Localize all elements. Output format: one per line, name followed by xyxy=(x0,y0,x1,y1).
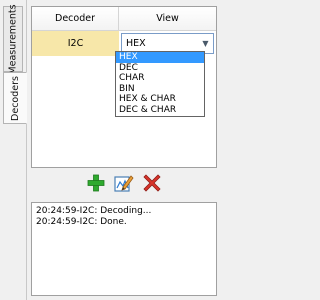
cell-decoder[interactable]: I2C xyxy=(32,31,119,56)
tab-decoders-label: Decoders xyxy=(9,75,21,121)
decoder-toolbar xyxy=(27,172,221,198)
tab-measurements[interactable]: Measurements xyxy=(3,3,23,75)
delete-icon xyxy=(143,174,161,192)
column-header-decoder[interactable]: Decoder xyxy=(32,7,119,30)
dropdown-option-bin[interactable]: BIN xyxy=(116,84,204,95)
dropdown-option-dec[interactable]: DEC xyxy=(116,63,204,74)
log-line: 20:24:59-I2C: Decoding... xyxy=(36,206,152,216)
view-combobox-value[interactable]: HEX xyxy=(122,38,146,49)
view-dropdown-list: HEX DEC CHAR BIN HEX & CHAR DEC & CHAR xyxy=(115,51,205,117)
decoders-panel: Decoder View I2C HEX ▼ HEX DEC CHAR BIN … xyxy=(27,0,221,300)
table-header: Decoder View xyxy=(32,7,216,31)
delete-decoder-button[interactable] xyxy=(141,172,163,194)
log-line: 20:24:59-I2C: Done. xyxy=(36,217,127,227)
side-tab-strip: Measurements Decoders xyxy=(0,0,27,300)
edit-icon xyxy=(114,175,134,192)
add-decoder-button[interactable] xyxy=(85,172,107,194)
plus-icon xyxy=(87,174,105,192)
dropdown-option-hex-char[interactable]: HEX & CHAR xyxy=(116,94,204,105)
decoder-log[interactable]: 20:24:59-I2C: Decoding... 20:24:59-I2C: … xyxy=(31,202,217,296)
dropdown-option-dec-char[interactable]: DEC & CHAR xyxy=(116,105,204,116)
edit-decoder-button[interactable] xyxy=(113,172,135,194)
dropdown-option-char[interactable]: CHAR xyxy=(116,73,204,84)
tab-measurements-label: Measurements xyxy=(7,3,19,75)
column-header-view[interactable]: View xyxy=(119,7,216,30)
dropdown-option-hex[interactable]: HEX xyxy=(116,52,204,63)
tab-decoders[interactable]: Decoders xyxy=(3,72,27,124)
